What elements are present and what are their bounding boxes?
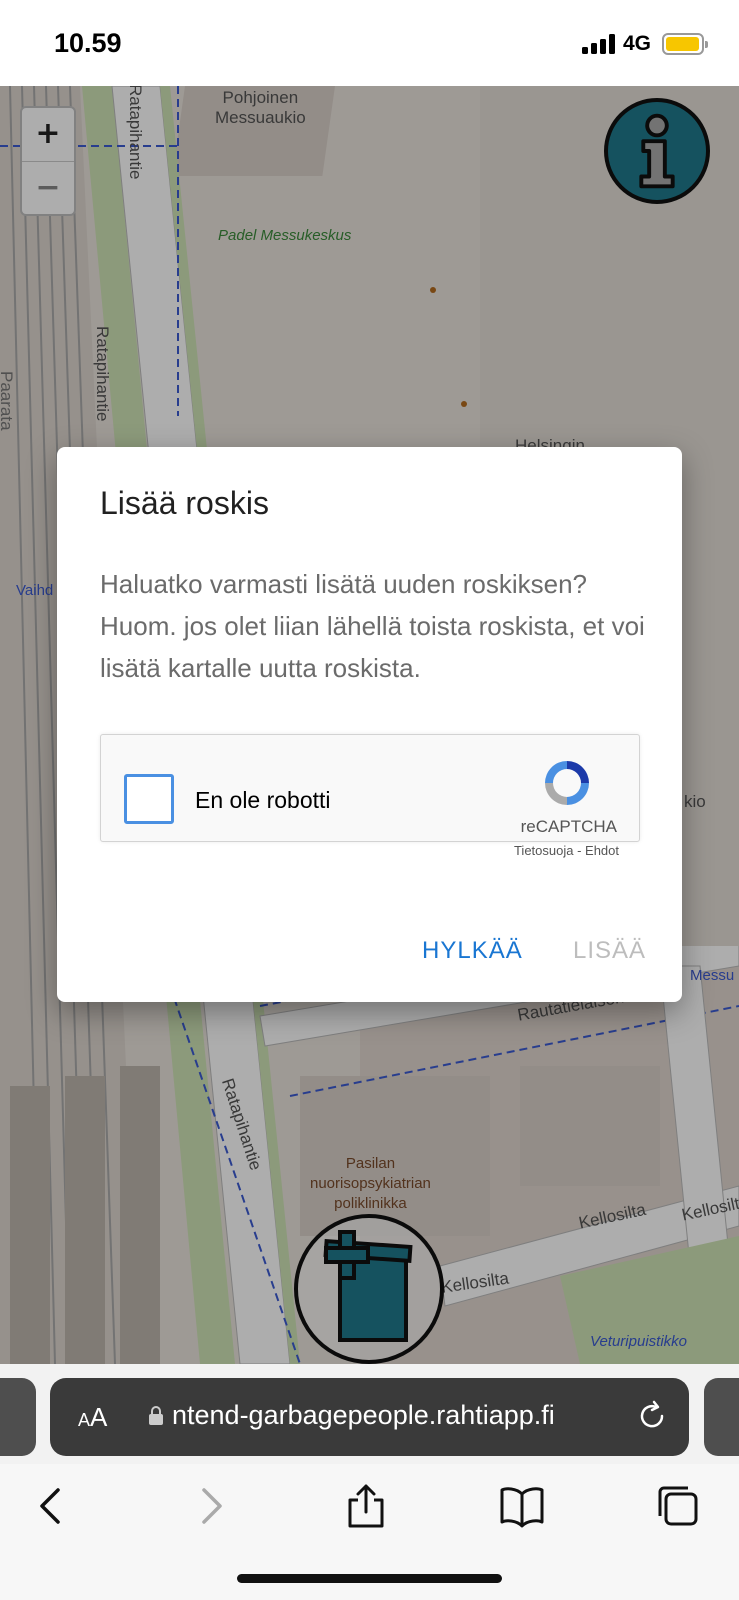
dialog-question: Haluatko varmasti lisätä uuden roskiksen… [100, 569, 588, 599]
recaptcha-widget: En ole robotti reCAPTCHA Tietosuoja - Eh… [100, 734, 640, 858]
cancel-button[interactable]: HYLKÄÄ [422, 937, 523, 965]
home-indicator [237, 1574, 502, 1583]
forward-icon[interactable] [186, 1482, 234, 1530]
dialog-title: Lisää roskis [100, 485, 269, 521]
address-bar[interactable]: AA ntend-garbagepeople.rahtiapp.fi [50, 1378, 689, 1456]
recaptcha-icon [545, 761, 589, 805]
signal-icon [582, 34, 616, 54]
add-trash-dialog: Lisää roskis Haluatko varmasti lisätä uu… [57, 447, 682, 1002]
share-icon[interactable] [342, 1482, 390, 1530]
recaptcha-brand: reCAPTCHA [520, 817, 617, 836]
text-size-label: AA [78, 1402, 108, 1432]
text-size-button[interactable]: AA [78, 1402, 107, 1433]
lock-icon [149, 1406, 163, 1425]
back-icon[interactable] [28, 1482, 76, 1530]
recaptcha-label: En ole robotti [195, 787, 331, 813]
add-button[interactable]: LISÄÄ [573, 937, 646, 965]
battery-icon [662, 33, 708, 55]
status-time: 10.59 [54, 28, 122, 58]
recaptcha-links[interactable]: Tietosuoja - Ehdot [514, 843, 619, 858]
dialog-note: Huom. jos olet liian lähellä toista rosk… [100, 611, 645, 683]
previous-tab-preview[interactable] [0, 1378, 36, 1456]
tabs-icon[interactable] [654, 1482, 702, 1530]
dialog-text: Haluatko varmasti lisätä uuden roskiksen… [100, 563, 660, 689]
bookmarks-icon[interactable] [498, 1482, 546, 1530]
browser-address-area: AA ntend-garbagepeople.rahtiapp.fi [0, 1364, 739, 1464]
next-tab-preview[interactable] [704, 1378, 739, 1456]
reload-icon[interactable] [634, 1398, 670, 1434]
status-bar: 10.59 4G [0, 0, 739, 86]
recaptcha-checkbox[interactable] [124, 774, 174, 824]
network-type: 4G [623, 32, 652, 55]
url-text: ntend-garbagepeople.rahtiapp.fi [172, 1400, 555, 1430]
